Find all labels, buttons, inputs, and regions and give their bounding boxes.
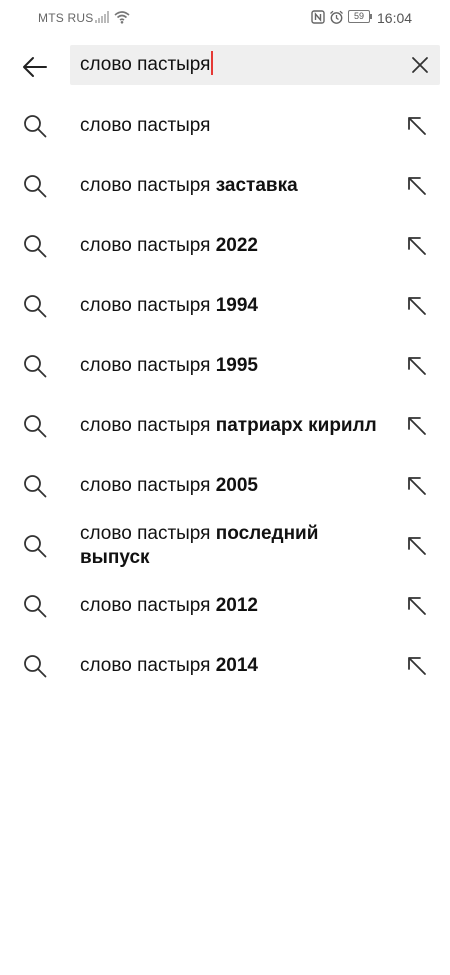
arrow-up-left-icon[interactable] xyxy=(405,654,429,678)
suggestion-completion: 2012 xyxy=(215,595,259,616)
arrow-up-left-icon[interactable] xyxy=(405,174,429,198)
search-icon xyxy=(24,295,47,318)
suggestion-base: слово пастыря xyxy=(80,595,216,616)
search-screen: MTS RUS 59 16:04 слово пастыря слово пас… xyxy=(0,0,450,975)
suggestion-item[interactable]: слово пастыря xyxy=(0,96,450,156)
suggestion-base: слово пастыря xyxy=(80,523,216,544)
suggestion-text: слово пастыря 1994 xyxy=(80,294,400,318)
suggestion-completion: патриарх кирилл xyxy=(215,415,377,436)
suggestion-completion: 1994 xyxy=(215,295,259,316)
search-icon xyxy=(24,235,47,258)
suggestion-text: слово пастыря 2005 xyxy=(80,474,400,498)
suggestion-text: слово пастыря заставка xyxy=(80,174,400,198)
arrow-up-left-icon[interactable] xyxy=(405,474,429,498)
suggestion-base: слово пастыря xyxy=(80,175,216,196)
suggestion-text: слово пастыря 2014 xyxy=(80,654,400,678)
suggestion-item[interactable]: слово пастыря 1995 xyxy=(0,336,450,396)
suggestion-text: слово пастыря xyxy=(80,114,400,138)
search-box: слово пастыря xyxy=(70,45,440,85)
arrow-up-left-icon[interactable] xyxy=(405,414,429,438)
suggestion-item[interactable]: слово пастыря 2005 xyxy=(0,456,450,516)
arrow-up-left-icon[interactable] xyxy=(405,234,429,258)
arrow-up-left-icon[interactable] xyxy=(405,294,429,318)
suggestion-base: слово пастыря xyxy=(80,415,216,436)
suggestion-base: слово пастыря xyxy=(80,655,216,676)
suggestion-item[interactable]: слово пастыря заставка xyxy=(0,156,450,216)
alarm-icon xyxy=(330,10,343,24)
search-icon xyxy=(24,355,47,378)
wifi-icon xyxy=(114,11,130,24)
arrow-up-left-icon[interactable] xyxy=(405,594,429,618)
search-input[interactable]: слово пастыря xyxy=(80,45,214,85)
arrow-up-left-icon[interactable] xyxy=(405,534,429,558)
close-icon xyxy=(412,57,428,73)
status-bar: MTS RUS 59 16:04 xyxy=(0,0,450,36)
suggestion-item[interactable]: слово пастыря 1994 xyxy=(0,276,450,336)
search-icon xyxy=(24,415,47,438)
suggestion-item[interactable]: слово пастыря 2022 xyxy=(0,216,450,276)
suggestion-text: слово пастыря 1995 xyxy=(80,354,400,378)
suggestion-item[interactable]: слово пастыря патриарх кирилл xyxy=(0,396,450,456)
search-icon xyxy=(24,595,47,618)
search-icon xyxy=(24,115,47,138)
suggestion-text: слово пастыря патриарх кирилл xyxy=(80,414,410,438)
arrow-left-icon xyxy=(23,57,47,77)
suggestion-base: слово пастыря xyxy=(80,475,216,496)
back-button[interactable] xyxy=(17,49,53,85)
text-caret xyxy=(211,51,214,76)
battery-indicator: 59 xyxy=(348,10,372,23)
suggestion-completion: 2014 xyxy=(215,655,259,676)
clear-search-button[interactable] xyxy=(408,53,432,77)
status-time: 16:04 xyxy=(377,10,413,26)
search-icon xyxy=(24,535,47,558)
suggestion-text: слово пастыря 2012 xyxy=(80,594,400,618)
signal-icon xyxy=(95,11,109,23)
suggestion-completion: заставка xyxy=(215,175,298,196)
carrier-name: MTS RUS xyxy=(38,11,94,25)
suggestion-item[interactable]: слово пастыря последний выпуск xyxy=(0,516,450,576)
suggestion-item[interactable]: слово пастыря 2014 xyxy=(0,636,450,696)
search-icon xyxy=(24,655,47,678)
arrow-up-left-icon[interactable] xyxy=(405,114,429,138)
search-icon xyxy=(24,175,47,198)
suggestion-base: слово пастыря xyxy=(80,295,216,316)
arrow-up-left-icon[interactable] xyxy=(405,354,429,378)
suggestion-completion: 2005 xyxy=(215,475,259,496)
suggestion-text: слово пастыря 2022 xyxy=(80,234,400,258)
suggestion-item[interactable]: слово пастыря 2012 xyxy=(0,576,450,636)
suggestion-completion: 2022 xyxy=(215,235,259,256)
suggestion-base: слово пастыря xyxy=(80,355,216,376)
suggestion-base: слово пастыря xyxy=(80,115,211,136)
suggestion-base: слово пастыря xyxy=(80,235,216,256)
search-icon xyxy=(24,475,47,498)
nfc-icon xyxy=(311,10,325,24)
suggestion-completion: 1995 xyxy=(215,355,259,376)
search-query-text: слово пастыря xyxy=(80,54,211,75)
suggestion-text: слово пастыря последний выпуск xyxy=(80,522,360,570)
